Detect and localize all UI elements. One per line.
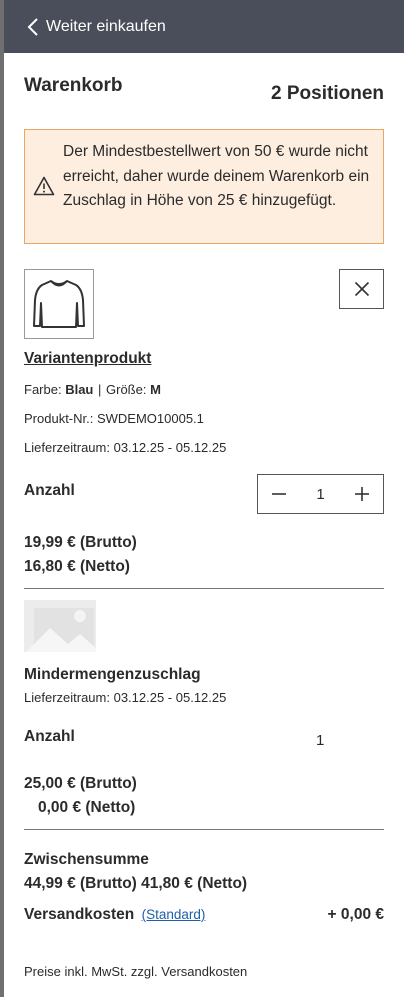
minimum-order-alert: Der Mindestbestellwert von 50 € wurde ni… (24, 129, 384, 244)
cart-item-count: 2 Positionen (271, 83, 384, 104)
cart-header: Warenkorb 2 Positionen (4, 53, 404, 129)
cart-title: Warenkorb (24, 75, 123, 96)
plus-icon (355, 487, 369, 501)
size-value: M (150, 382, 161, 397)
decrease-quantity-button[interactable] (270, 485, 288, 503)
size-label: Größe: (106, 382, 147, 397)
surcharge-name: Mindermengenzuschlag (24, 666, 201, 683)
alert-message: Der Mindestbestellwert von 50 € wurde ni… (63, 143, 370, 209)
subtotal-label: Zwischensumme (24, 851, 149, 868)
warning-icon (33, 176, 55, 196)
quantity-label: Anzahl (24, 728, 75, 745)
subtotal-value: 44,99 € (Brutto) 41,80 € (Netto) (24, 875, 248, 892)
item-price-net: 16,80 € (Netto) (24, 558, 130, 575)
quantity-stepper: 1 (257, 474, 384, 514)
item-price-gross: 19,99 € (Brutto) (24, 534, 137, 551)
close-icon (354, 281, 369, 297)
offcanvas-cart: Weiter einkaufen Warenkorb 2 Positionen … (4, 0, 404, 997)
quantity-label: Anzahl (24, 482, 75, 499)
color-value: Blau (65, 382, 94, 397)
product-thumbnail[interactable] (24, 269, 94, 339)
divider (24, 588, 384, 589)
item-price-net: 0,00 € (Netto) (38, 799, 136, 816)
shirt-icon (33, 280, 85, 328)
product-number: Produkt-Nr.: SWDEMO10005.1 (24, 411, 204, 426)
continue-shopping-label: Weiter einkaufen (46, 17, 166, 35)
image-placeholder-icon (24, 600, 96, 652)
remove-item-button[interactable] (339, 269, 384, 309)
shipping-value: + 0,00 € (327, 906, 384, 923)
divider (24, 829, 384, 830)
delivery-period: Lieferzeitraum: 03.12.25 - 05.12.25 (24, 690, 227, 705)
continue-shopping-button[interactable]: Weiter einkaufen (4, 0, 404, 53)
shipping-method-link[interactable]: (Standard) (142, 907, 206, 922)
chevron-left-icon (27, 17, 38, 36)
tax-note: Preise inkl. MwSt. zzgl. Versandkosten (24, 964, 248, 979)
item-price-gross: 25,00 € (Brutto) (24, 775, 137, 792)
quantity-value: 1 (316, 732, 325, 749)
product-options: Farbe: Blau | Größe: M (24, 382, 161, 397)
quantity-value[interactable]: 1 (316, 486, 324, 503)
shipping-costs: Versandkosten (Standard) (24, 906, 205, 924)
minus-icon (272, 493, 286, 495)
increase-quantity-button[interactable] (353, 485, 371, 503)
product-name-link[interactable]: Variantenprodukt (24, 350, 151, 368)
shipping-label: Versandkosten (24, 906, 135, 923)
delivery-period: Lieferzeitraum: 03.12.25 - 05.12.25 (24, 440, 227, 455)
color-label: Farbe: (24, 382, 62, 397)
